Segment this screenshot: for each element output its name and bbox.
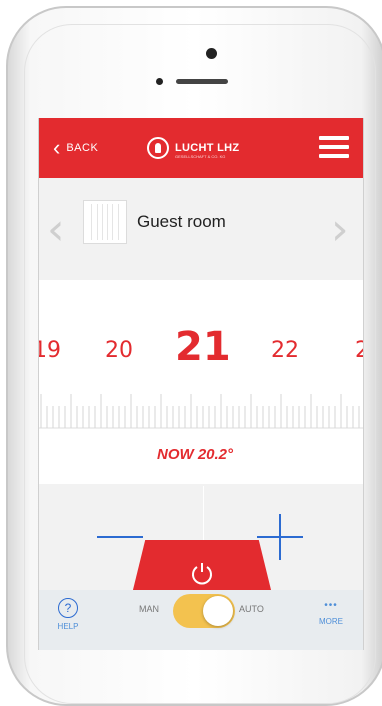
mode-man-label: MAN [139,604,159,614]
back-chevron-icon: ‹ [53,135,61,160]
app-screen: ‹ BACK LUCHT LHZ GESELLSCHAFT & CO. KG ‹… [38,118,364,650]
earpiece-speaker [176,79,228,84]
logo-icon [147,137,169,159]
back-button[interactable]: ‹ BACK [53,136,98,160]
help-label: HELP [57,622,79,631]
room-name: Guest room [137,212,226,231]
chevron-right-icon[interactable]: › [331,208,349,252]
bottom-bar: ? HELP MAN AUTO ••• MORE [39,590,363,650]
power-icon [192,563,212,585]
proximity-sensor [156,78,163,85]
logo-subtext: GESELLSCHAFT & CO. KG [175,154,226,159]
more-button[interactable]: ••• MORE [311,600,351,626]
temp-scale-value: 20 [105,338,133,363]
temp-scale-value: 23 [355,338,363,363]
toggle-knob [203,596,233,626]
mode-toggle[interactable] [173,594,235,628]
temperature-controls [39,486,363,598]
radiator-icon [83,200,127,244]
logo-text: LUCHT LHZ [175,142,240,154]
help-icon: ? [58,598,78,618]
more-dots-icon: ••• [324,600,338,611]
current-temperature: NOW 20.2° [157,446,234,463]
brand-logo: LUCHT LHZ GESELLSCHAFT & CO. KG [147,134,239,162]
temp-scale-value: 19 [39,338,61,363]
temp-scale-value: 22 [271,338,299,363]
increase-button[interactable] [257,514,303,560]
temperature-ruler[interactable] [39,388,363,430]
top-bar: ‹ BACK LUCHT LHZ GESELLSCHAFT & CO. KG [39,118,363,178]
mode-auto-label: AUTO [239,604,264,614]
back-label: BACK [66,142,99,154]
temperature-dial[interactable]: 19 20 21 22 23 NOW 20.2° [39,280,363,484]
selected-temperature: 21 [175,324,231,370]
hamburger-menu-icon[interactable] [319,136,349,160]
room-selector: ‹ Guest room › [39,178,363,278]
more-label: MORE [319,617,343,626]
chevron-left-icon[interactable]: ‹ [47,208,65,252]
help-button[interactable]: ? HELP [53,598,83,631]
front-camera [206,48,217,59]
decrease-button[interactable] [97,536,143,538]
